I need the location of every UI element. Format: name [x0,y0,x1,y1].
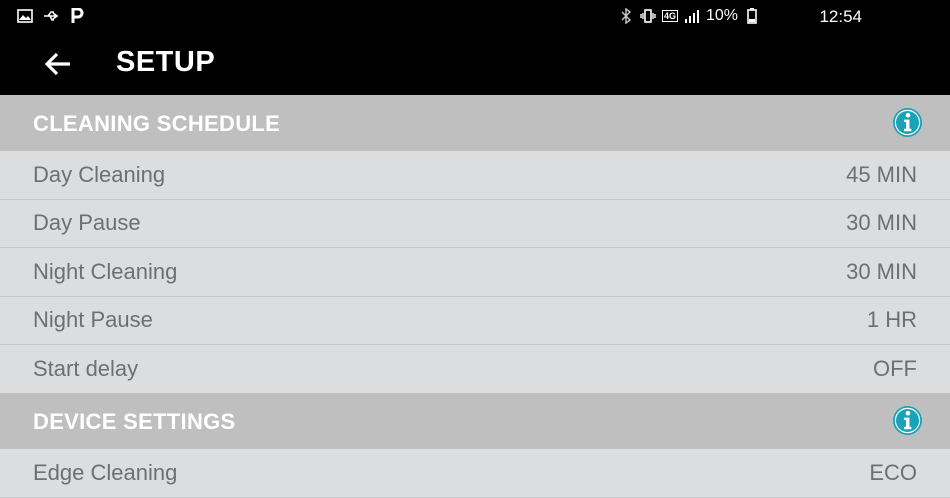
status-time: 12:54 [819,7,862,26]
network-4g-icon: 4G [661,10,678,22]
app-bar: SETUP [0,33,950,95]
page-title: SETUP [116,46,216,78]
setting-row-night-cleaning[interactable]: Night Cleaning 30 MIN [0,248,950,297]
back-arrow-icon[interactable] [44,50,72,78]
setting-label: Day Pause [33,210,141,235]
info-icon[interactable] [892,107,923,138]
setting-label: Edge Cleaning [33,460,178,485]
status-bar: 4G 10% 12:54 [0,0,950,33]
setting-row-day-pause[interactable]: Day Pause 30 MIN [0,199,950,248]
section-title: CLEANING SCHEDULE [33,111,281,136]
section-title: DEVICE SETTINGS [33,409,236,434]
image-icon [17,9,33,23]
battery-percent: 10% [705,7,738,24]
setting-label: Start delay [33,356,139,381]
section-device-settings: DEVICE SETTINGS [0,393,950,449]
setting-row-night-pause[interactable]: Night Pause 1 HR [0,296,950,345]
vibrate-icon [640,9,656,23]
section-cleaning-schedule: CLEANING SCHEDULE [0,95,950,151]
setting-value: OFF [873,356,917,381]
usb-icon [44,11,59,21]
parking-icon [71,8,84,23]
setting-label: Day Cleaning [33,162,166,187]
signal-icon [684,10,699,23]
setting-value: 30 MIN [846,210,917,235]
battery-icon [747,8,757,24]
setting-label: Night Pause [33,307,153,332]
bluetooth-icon [621,8,632,24]
setting-row-edge-cleaning[interactable]: Edge Cleaning ECO [0,449,950,498]
info-icon[interactable] [892,405,923,436]
setting-value: ECO [869,460,917,485]
setting-value: 30 MIN [846,259,917,284]
setting-row-day-cleaning[interactable]: Day Cleaning 45 MIN [0,151,950,200]
setting-value: 1 HR [866,307,917,332]
setting-value: 45 MIN [846,162,917,187]
setting-label: Night Cleaning [33,259,178,284]
setting-row-start-delay[interactable]: Start delay OFF [0,345,950,393]
